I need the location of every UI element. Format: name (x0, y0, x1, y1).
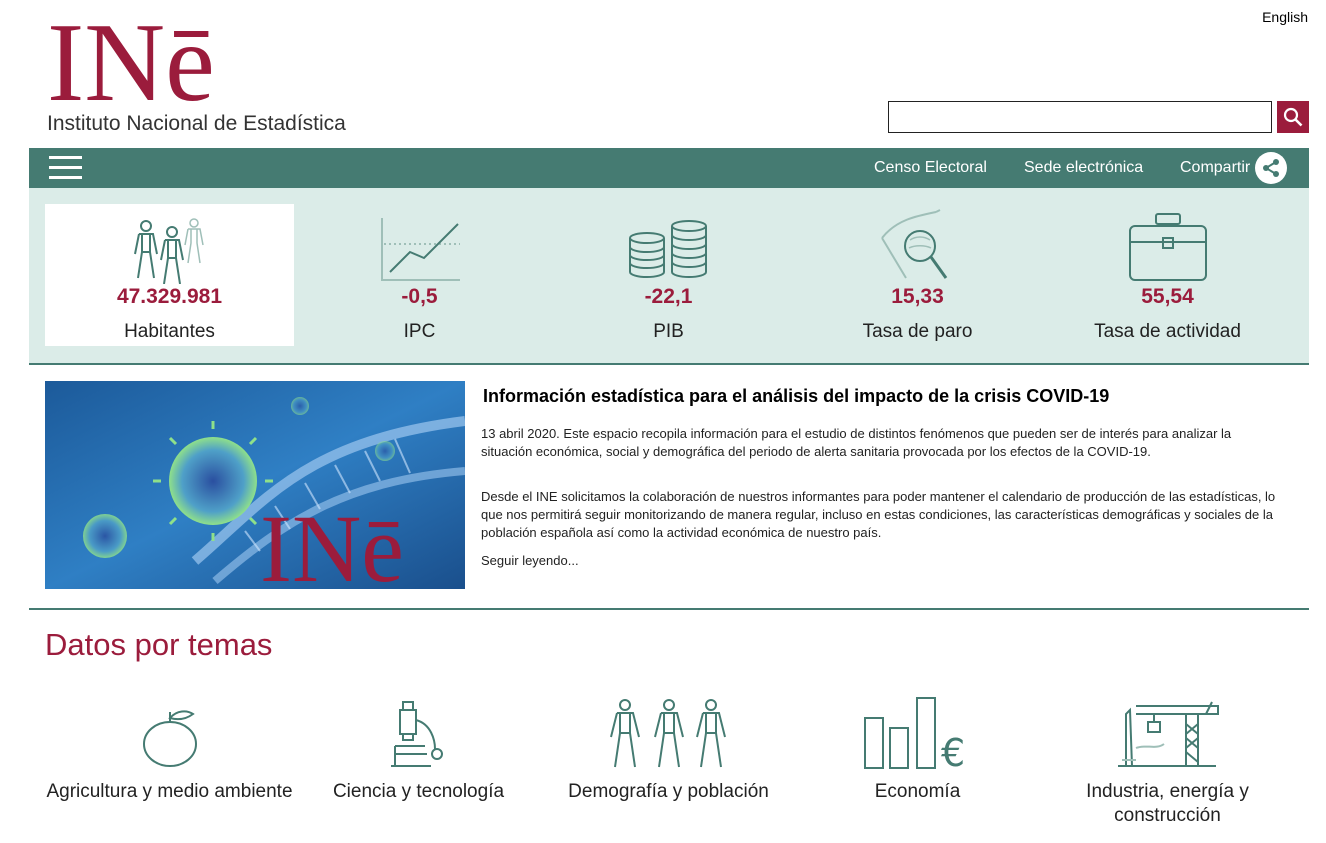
logo-subtitle: Instituto Nacional de Estadística (47, 112, 346, 135)
section-divider (29, 608, 1309, 610)
indicator-label: PIB (653, 321, 684, 342)
indicator-label: IPC (403, 321, 436, 342)
indicator-label: Habitantes (124, 321, 215, 342)
magnifier-icon (880, 209, 947, 279)
indicator-tasa-actividad[interactable]: 55,54 Tasa de actividad (1043, 204, 1292, 346)
indicator-value: 15,33 (891, 285, 944, 308)
indicator-pib[interactable]: -22,1 PIB (544, 204, 793, 346)
indicator-value: -0,5 (401, 285, 438, 308)
svg-text:€: € (941, 731, 965, 770)
ine-logo-mark: INē (47, 8, 215, 108)
coins-icon (628, 220, 707, 278)
indicator-habitantes[interactable]: 47.329.981 Habitantes (45, 204, 294, 346)
theme-agricultura[interactable]: Agricultura y medio ambiente (45, 690, 294, 804)
theme-label: Agricultura y medio ambiente (46, 781, 293, 802)
feature-paragraph-2: Desde el INE solicitamos la colaboración… (481, 489, 1276, 540)
population-icon (609, 699, 726, 768)
crane-icon (1117, 701, 1219, 767)
share-icon (1263, 159, 1279, 177)
search-icon (1283, 107, 1303, 127)
nav-link-compartir[interactable]: Compartir (1180, 159, 1250, 177)
read-more-link[interactable]: Seguir leyendo... (481, 553, 579, 568)
ine-logo[interactable]: INē Instituto Nacional de Estadística (47, 8, 377, 140)
language-link-english[interactable]: English (1262, 9, 1308, 25)
themes-heading: Datos por temas (45, 627, 273, 662)
indicator-value: 55,54 (1141, 285, 1194, 308)
theme-industria[interactable]: Industria, energía y construcción (1043, 690, 1292, 828)
hamburger-menu-icon[interactable] (49, 156, 82, 180)
search-input[interactable] (889, 102, 1271, 132)
theme-ciencia[interactable]: Ciencia y tecnología (294, 690, 543, 804)
apple-icon (142, 710, 197, 767)
indicators-panel: 47.329.981 Habitantes -0,5 IPC -22,1 PIB… (29, 188, 1309, 365)
indicator-label: Tasa de actividad (1094, 321, 1241, 342)
euro-bars-icon: € (863, 697, 965, 770)
indicator-value: -22,1 (644, 285, 693, 308)
theme-label: Demografía y población (568, 781, 769, 802)
svg-text:INē: INē (47, 8, 215, 108)
main-nav-bar: Censo Electoral Sede electrónica Compart… (29, 148, 1309, 188)
people-icon (133, 218, 204, 284)
indicator-value: 47.329.981 (116, 285, 223, 308)
line-chart-icon (380, 218, 460, 281)
indicator-label: Tasa de paro (862, 321, 973, 342)
covid-feature-image[interactable]: INē (45, 381, 465, 589)
indicator-tasa-paro[interactable]: 15,33 Tasa de paro (793, 204, 1042, 346)
nav-link-sede-electronica[interactable]: Sede electrónica (1024, 159, 1143, 177)
theme-label: Industria, energía y construcción (1086, 781, 1249, 826)
image-logo-text: INē (260, 495, 404, 589)
theme-label: Ciencia y tecnología (332, 781, 505, 802)
feature-paragraph-1: 13 abril 2020. Este espacio recopila inf… (481, 426, 1232, 459)
search-box[interactable] (888, 101, 1272, 133)
share-button[interactable] (1255, 152, 1287, 184)
microscope-icon (390, 701, 443, 767)
theme-demografia[interactable]: Demografía y población (544, 690, 793, 804)
theme-label: Economía (874, 781, 961, 802)
feature-title[interactable]: Información estadística para el análisis… (483, 386, 1109, 407)
nav-link-censo-electoral[interactable]: Censo Electoral (874, 159, 987, 177)
briefcase-icon (1128, 213, 1207, 281)
search-button[interactable] (1277, 101, 1309, 133)
theme-economia[interactable]: € Economía (793, 690, 1042, 804)
indicator-ipc[interactable]: -0,5 IPC (295, 204, 544, 346)
